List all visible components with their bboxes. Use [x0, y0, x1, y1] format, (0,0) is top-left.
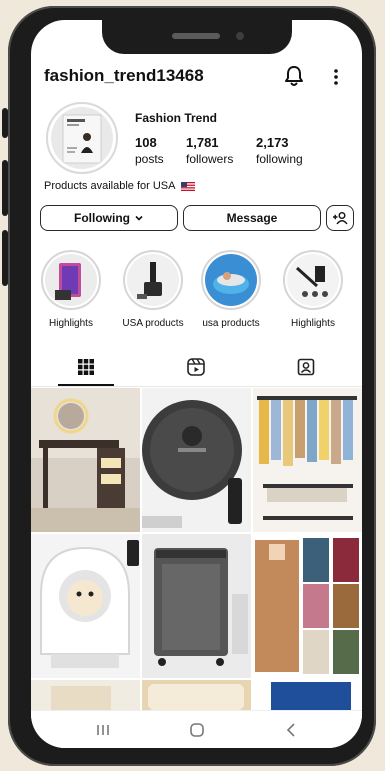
notch — [102, 20, 292, 54]
highlight-4-image — [287, 254, 339, 306]
tab-reels[interactable] — [141, 347, 251, 387]
posts-count-label: posts — [135, 152, 164, 166]
suggested-users-button[interactable] — [326, 205, 354, 231]
highlight-3[interactable]: usa products — [198, 250, 264, 329]
message-button[interactable]: Message — [183, 205, 321, 231]
following-label: Following — [74, 211, 130, 225]
display-name: Fashion Trend — [135, 111, 218, 125]
tagged-icon — [297, 358, 315, 376]
post-tile-6[interactable] — [253, 534, 362, 678]
following-count-value: 2,173 — [256, 135, 289, 150]
highlight-3-image — [205, 254, 257, 306]
highlight-1-image — [45, 254, 97, 306]
followers-count-label: followers — [186, 152, 234, 166]
following-button[interactable]: Following — [40, 205, 178, 231]
highlight-4[interactable]: Highlights — [280, 250, 346, 329]
tab-posts-grid[interactable] — [31, 347, 141, 387]
post-tile-4[interactable] — [31, 534, 140, 678]
highlight-2-image — [127, 254, 179, 306]
us-flag-icon — [180, 181, 195, 191]
post-tile-1[interactable] — [31, 388, 140, 532]
posts-count[interactable]: 108 posts — [135, 135, 164, 166]
highlight-1-label: Highlights — [49, 318, 93, 329]
post-tile-7[interactable] — [31, 680, 140, 710]
post-tile-5[interactable] — [142, 534, 251, 678]
profile-avatar[interactable] — [46, 102, 118, 174]
following-count-label: following — [256, 152, 303, 166]
home-icon[interactable] — [185, 719, 209, 741]
bio-text: Products available for USA — [44, 180, 175, 192]
speaker — [172, 33, 220, 39]
bio: Products available for USA — [44, 180, 195, 192]
screen: fashion_trend13468 Fashion Trend 108 pos… — [31, 20, 362, 748]
highlight-4-label: Highlights — [291, 318, 335, 329]
followers-count[interactable]: 1,781 followers — [186, 135, 233, 166]
profile-tabs — [31, 347, 362, 387]
highlight-2-ring — [123, 250, 183, 310]
message-label: Message — [226, 211, 278, 225]
reels-icon — [187, 358, 205, 376]
post-tile-2[interactable] — [142, 388, 251, 532]
highlight-4-ring — [283, 250, 343, 310]
posts-count-value: 108 — [135, 135, 157, 150]
tab-tagged[interactable] — [251, 347, 361, 387]
following-count[interactable]: 2,173 following — [256, 135, 303, 166]
post-tile-8[interactable] — [142, 680, 251, 710]
notifications-bell-icon[interactable] — [283, 64, 305, 88]
highlight-2-label: USA products — [122, 318, 184, 329]
post-tile-3[interactable] — [253, 388, 362, 532]
highlight-1-ring — [41, 250, 101, 310]
avatar-image — [51, 107, 113, 169]
highlight-3-label: usa products — [202, 318, 260, 329]
username[interactable]: fashion_trend13468 — [44, 66, 204, 86]
back-icon[interactable] — [279, 719, 303, 741]
highlight-1[interactable]: Highlights — [38, 250, 104, 329]
post-tile-9[interactable] — [253, 680, 362, 710]
system-nav-bar — [31, 710, 362, 748]
followers-count-value: 1,781 — [186, 135, 219, 150]
front-camera — [236, 32, 244, 40]
chevron-down-icon — [135, 215, 143, 221]
highlight-2[interactable]: USA products — [120, 250, 186, 329]
grid-icon — [78, 359, 94, 375]
add-user-icon — [333, 212, 348, 225]
highlight-3-ring — [201, 250, 261, 310]
recent-apps-icon[interactable] — [91, 719, 115, 741]
more-options-icon[interactable] — [331, 66, 341, 88]
divider — [31, 386, 362, 387]
